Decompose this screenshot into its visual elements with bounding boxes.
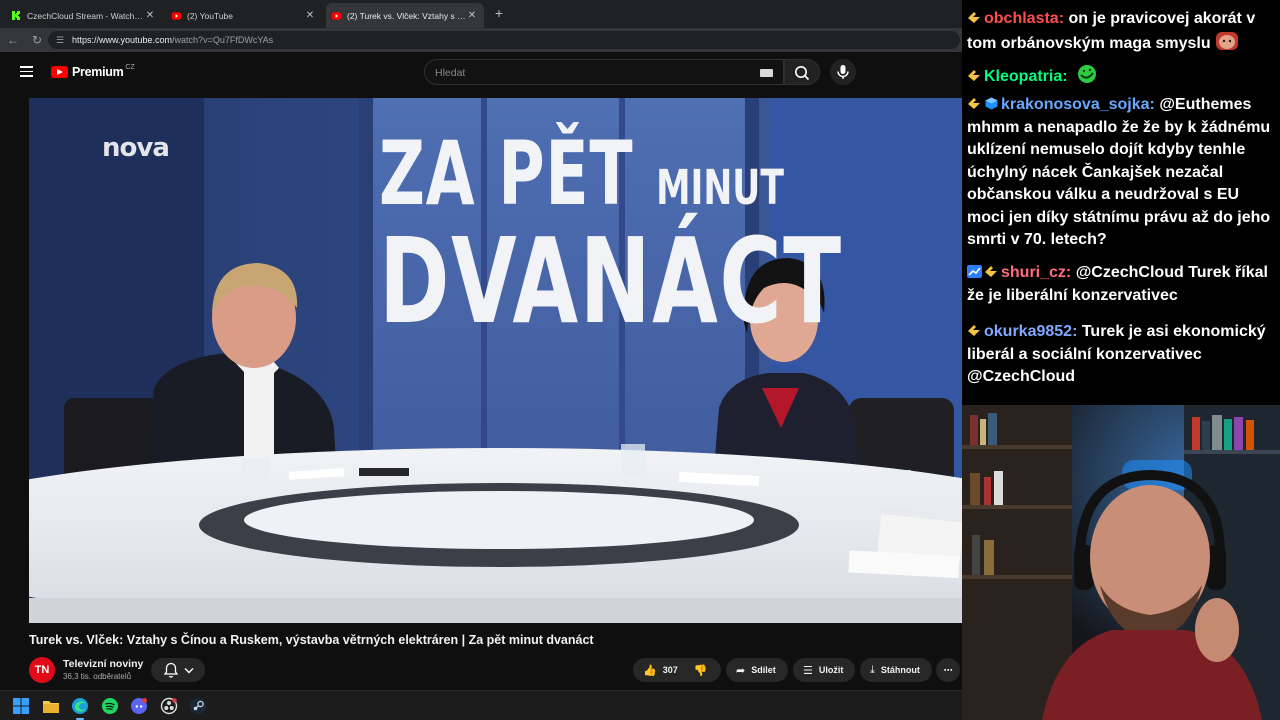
- steam-icon[interactable]: [189, 697, 207, 715]
- save-button[interactable]: ☰ Uložit: [793, 658, 855, 682]
- chat-message: okurka9852: Turek je asi ekonomický libe…: [967, 322, 1266, 385]
- video-player[interactable]: nova ZA PĚT MINUT DVANÁCT: [29, 98, 962, 623]
- like-count[interactable]: 307: [663, 665, 678, 675]
- channel-name[interactable]: Televizní noviny: [63, 658, 143, 670]
- share-label: Sdílet: [751, 665, 776, 675]
- share-button[interactable]: ➦ Sdílet: [726, 658, 788, 682]
- tab-close-icon[interactable]: ✕: [304, 10, 316, 21]
- pog-badge-icon: [967, 67, 982, 81]
- url-text: https://www.youtube.com/watch?v=Qu7FfDWc…: [72, 35, 273, 45]
- menu-icon[interactable]: [20, 66, 33, 77]
- tab-close-icon[interactable]: ✕: [466, 10, 478, 21]
- obs-icon[interactable]: [160, 697, 178, 715]
- tab-title: (2) YouTube: [187, 10, 233, 21]
- chat-message: shuri_cz: @CzechCloud Turek říkal že je …: [967, 263, 1268, 304]
- reload-icon[interactable]: ↻: [29, 32, 45, 48]
- search-input[interactable]: Hledat: [424, 59, 784, 85]
- channel-avatar[interactable]: TN: [29, 657, 55, 683]
- keyboard-icon[interactable]: [760, 69, 773, 77]
- like-dislike-group: 👍 307 👎: [633, 658, 721, 682]
- face-emote-icon: [1215, 31, 1239, 59]
- share-icon: ➦: [736, 664, 746, 677]
- streamer-webcam: [962, 405, 1280, 720]
- browser-toolbar: ← ↻ ☰ https://www.youtube.com/watch?v=Qu…: [0, 28, 962, 52]
- edge-browser-icon[interactable]: [71, 697, 89, 720]
- chat-message: obchlasta: on je pravicovej akorát v tom…: [967, 8, 1277, 58]
- bell-icon: [163, 662, 194, 678]
- notifications-button[interactable]: [151, 658, 205, 682]
- logo-text: Premium: [72, 65, 124, 79]
- chat-username[interactable]: Kleopatria: [984, 68, 1062, 85]
- chat-username[interactable]: krakonosova_sojka: [1001, 96, 1150, 113]
- tab-strip: CzechCloud Stream - Watch Live o ✕ (2) Y…: [0, 0, 962, 28]
- show-title-line1: ZA PĚT: [379, 122, 634, 225]
- chart-badge-icon: [967, 263, 982, 278]
- thumbs-up-icon[interactable]: 👍: [643, 664, 657, 677]
- more-actions-button[interactable]: ⋯: [936, 658, 960, 682]
- pog-badge-icon: [967, 95, 982, 109]
- chat-username[interactable]: shuri_cz: [1001, 264, 1066, 281]
- browser-window: CzechCloud Stream - Watch Live o ✕ (2) Y…: [0, 0, 962, 690]
- nova-channel-logo: nova: [102, 133, 170, 163]
- webcam-image: [962, 405, 1280, 720]
- address-bar[interactable]: ☰ https://www.youtube.com/watch?v=Qu7FfD…: [48, 31, 960, 49]
- show-title-line2: DVANÁCT: [379, 212, 843, 350]
- spotify-icon[interactable]: [101, 697, 119, 715]
- youtube-header: Premium CZ Hledat: [0, 52, 962, 92]
- search-button[interactable]: [784, 59, 820, 85]
- discord-icon[interactable]: [130, 697, 148, 715]
- chat-username[interactable]: okurka9852: [984, 323, 1072, 340]
- chat-message: krakonosova_sojka: @Euthemes mhmm a nena…: [967, 95, 1271, 248]
- download-icon: ⤓: [870, 663, 875, 676]
- search-placeholder: Hledat: [435, 67, 466, 79]
- youtube-logo[interactable]: Premium CZ: [51, 63, 135, 79]
- tab-czechcloud-stream[interactable]: CzechCloud Stream - Watch Live o ✕: [6, 3, 162, 28]
- download-button[interactable]: ⤓ Stáhnout: [860, 658, 932, 682]
- microphone-icon: [837, 65, 849, 79]
- chat-username[interactable]: obchlasta: [984, 10, 1059, 27]
- chat-text: @Euthemes mhmm a nenapadlo že že by k žá…: [967, 96, 1271, 248]
- logo-country: CZ: [125, 63, 135, 71]
- youtube-icon: [332, 11, 341, 20]
- tab-current-video[interactable]: (2) Turek vs. Vlček: Vztahy s Čínou ✕: [326, 3, 484, 28]
- voice-search-button[interactable]: [830, 59, 856, 85]
- pog-badge-icon: [967, 9, 982, 23]
- kick-icon: [12, 11, 21, 20]
- file-explorer-icon[interactable]: [42, 697, 60, 715]
- download-label: Stáhnout: [880, 665, 920, 675]
- windows-start-icon[interactable]: [12, 697, 30, 715]
- tab-close-icon[interactable]: ✕: [144, 10, 156, 21]
- search-icon: [795, 66, 810, 81]
- green-emote-icon: [1076, 64, 1098, 92]
- show-title-small: MINUT: [656, 160, 784, 216]
- pog-badge-icon: [967, 322, 982, 336]
- chat-message: Kleopatria:: [967, 64, 1277, 92]
- thumbs-down-icon[interactable]: 👎: [694, 664, 708, 677]
- save-label: Uložit: [818, 665, 844, 675]
- stream-chat: obchlasta: on je pravicovej akorát v tom…: [962, 0, 1280, 405]
- pog-badge-icon: [984, 263, 999, 277]
- save-icon: ☰: [803, 664, 813, 677]
- tab-title: (2) Turek vs. Vlček: Vztahy s Čínou: [347, 10, 466, 21]
- windows-taskbar: [0, 690, 962, 720]
- site-info-icon[interactable]: ☰: [56, 35, 66, 45]
- cube-badge-icon: [984, 95, 999, 110]
- back-arrow-icon[interactable]: ←: [5, 32, 21, 48]
- url-path: /watch?v=Qu7FfDWcYAs: [172, 35, 274, 45]
- new-tab-button[interactable]: +: [490, 4, 508, 22]
- video-title: Turek vs. Vlček: Vztahy s Čínou a Ruskem…: [29, 633, 594, 647]
- youtube-play-icon: [51, 66, 68, 78]
- subscriber-count: 36,3 tis. odběratelů: [63, 672, 132, 681]
- youtube-icon: [172, 11, 181, 20]
- channel-row: TN Televizní noviny 36,3 tis. odběratelů…: [29, 654, 962, 686]
- tab-title: CzechCloud Stream - Watch Live o: [27, 10, 144, 21]
- tab-youtube-home[interactable]: (2) YouTube ✕: [166, 3, 322, 28]
- show-title-graphic: ZA PĚT MINUT DVANÁCT: [379, 130, 843, 350]
- screen: CzechCloud Stream - Watch Live o ✕ (2) Y…: [0, 0, 1280, 720]
- url-host: https://www.youtube.com: [72, 35, 173, 45]
